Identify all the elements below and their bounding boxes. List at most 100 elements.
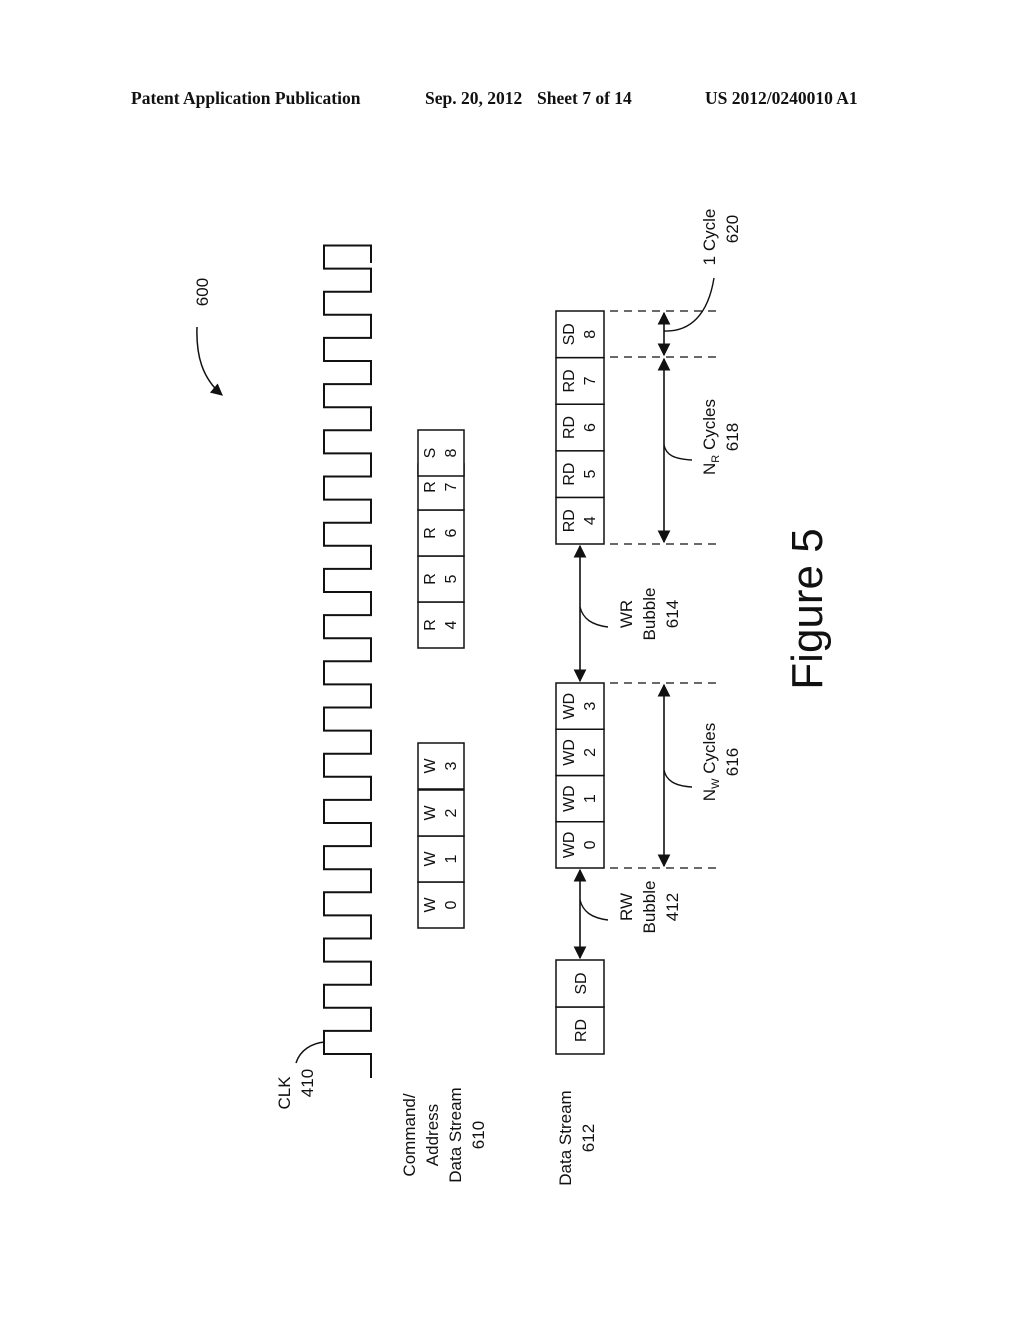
command-op: R [422,619,439,631]
figure-ref-label: 600 [193,278,212,306]
data-stream-label-line: 612 [579,1124,598,1152]
command-op: R [422,573,439,585]
one-cycle-label: 1 Cycle [700,209,719,266]
command-stream-label-line: 610 [469,1121,488,1149]
nr-prefix: N [700,463,719,475]
command-stream-label: Command/ Address Data Stream 610 [400,1087,488,1182]
nw-subscript: W [710,778,722,789]
clock-ref: 410 [298,1069,317,1097]
data-op: WD [561,739,578,766]
data-op: WD [561,693,578,720]
command-index: 8 [443,448,460,457]
nw-text: Cycles [700,723,719,779]
nr-cycles-ref: 618 [723,423,742,451]
wr-bubble-leader [579,606,609,628]
command-index: 5 [443,574,460,583]
data-block: RD 6 [555,403,605,452]
data-index: 0 [582,840,599,849]
command-op: W [422,805,439,821]
data-op: RD [561,416,578,439]
rw-bubble-label: Bubble [640,881,659,934]
rw-bubble-annotation: RW Bubble 412 [573,868,682,960]
one-cycle-annotation: 1 Cycle 620 [657,209,742,357]
data-op: SD [561,323,578,345]
data-block: SD [555,959,605,1008]
wr-bubble-label: WR [617,600,636,628]
rw-bubble-leader [579,899,609,921]
timing-diagram: 600 CLK 410 Command/ Address Data Stream… [193,209,832,1186]
data-index: 2 [582,748,599,757]
command-block: W1 [417,835,465,883]
wr-bubble-ref: 614 [663,600,682,628]
command-op: R [422,527,439,539]
data-block: SD 8 [555,310,605,359]
data-stream-label-line: Data Stream [556,1090,575,1185]
command-stream-label-line: Address [423,1104,442,1166]
nr-text: Cycles [700,399,719,455]
nr-cycles-annotation: NR Cycles 618 [657,357,742,544]
command-index: 3 [443,761,460,770]
data-index: 6 [582,423,599,432]
command-block: S8 [417,429,465,477]
command-block: R4 [417,601,465,649]
data-op: RD [561,509,578,532]
data-block: WD 1 [555,774,605,823]
command-blocks: W 0W 1W 2W 3R 4R 5R 6R 7S 8 [417,429,465,929]
command-op: W [422,897,439,913]
nr-cycles-leader [663,444,693,461]
data-block: WD 3 [555,682,605,730]
command-op: R [422,481,439,493]
clock-label: CLK 410 [275,1041,326,1110]
nr-subscript: R [710,455,722,463]
data-index: 5 [582,470,599,479]
nw-prefix: N [700,789,719,801]
nw-cycles-annotation: NW Cycles 616 [657,683,742,868]
data-index: 4 [582,516,599,525]
command-op: S [422,448,439,459]
clock-name: CLK [275,1076,294,1110]
data-op: SD [573,972,590,994]
command-index: 0 [443,900,460,909]
command-index: 2 [443,808,460,817]
data-block: RD 7 [555,356,605,405]
nr-cycles-label: NR Cycles [700,399,722,475]
data-index: 1 [582,794,599,803]
clock-waveform [323,244,372,1078]
command-block: R5 [417,555,465,603]
command-index: 6 [443,528,460,537]
figure-ref-arrow-icon [196,326,223,396]
data-stream-label: Data Stream 612 [556,1090,598,1185]
one-cycle-leader [663,277,715,332]
command-stream-label-line: Data Stream [446,1087,465,1182]
data-op: RD [561,369,578,392]
data-op: RD [573,1019,590,1042]
nw-cycles-label: NW Cycles [700,723,722,801]
nw-cycles-leader [663,769,693,788]
data-op: RD [561,463,578,486]
command-block: W3 [417,742,465,790]
command-block: W0 [417,881,465,929]
cycle-guides [610,310,720,869]
command-op: W [422,758,439,774]
data-block: WD 0 [555,821,605,869]
command-index: 1 [443,854,460,863]
command-block: W2 [417,789,465,837]
rw-bubble-label: RW [617,893,636,921]
data-index: 3 [582,702,599,711]
command-op: W [422,851,439,867]
data-block: WD 2 [555,728,605,777]
figure-title: Figure 5 [783,528,832,689]
command-index: 7 [443,482,460,491]
figure-ref-600: 600 [193,278,223,396]
command-block: R6 [417,509,465,557]
nw-cycles-ref: 616 [723,748,742,776]
data-index: 7 [582,376,599,385]
rw-bubble-ref: 412 [663,893,682,921]
data-op: WD [561,785,578,812]
data-block: RD 5 [555,450,605,499]
wr-bubble-label: Bubble [640,588,659,641]
data-block: RD [555,1006,605,1055]
command-stream-label-line: Command/ [400,1093,419,1176]
command-index: 4 [443,620,460,629]
one-cycle-ref: 620 [723,215,742,243]
